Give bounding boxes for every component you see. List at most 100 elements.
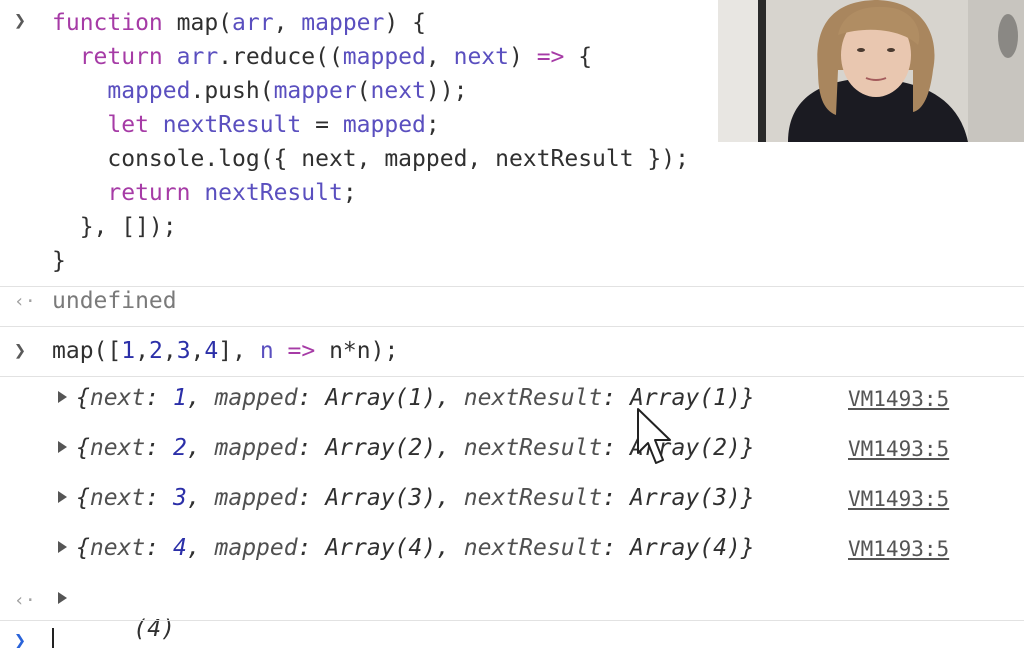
result-array[interactable]: (4) [1, 4, 9, 16] — [78, 584, 313, 648]
log-token: : — [602, 385, 630, 411]
log-token: , — [186, 385, 215, 411]
code-token: arr — [232, 10, 274, 36]
log-token: mapped — [214, 385, 298, 411]
log-token: mapped — [214, 485, 298, 511]
code-token: ( — [356, 78, 371, 104]
code-token: = — [301, 112, 343, 138]
code-token: , — [425, 44, 454, 70]
log-token: , — [436, 535, 464, 561]
log-token: { — [76, 485, 90, 511]
mouse-pointer-icon — [637, 408, 671, 464]
code-token: function — [52, 10, 177, 36]
code-token: , — [273, 10, 302, 36]
code-line: } — [52, 246, 66, 276]
code-token: next — [370, 78, 426, 104]
log-token: : — [145, 435, 173, 461]
log-token: : — [297, 535, 326, 561]
log-entry[interactable]: {next: 3, mapped: Array(3), nextResult: … — [76, 483, 755, 513]
expand-triangle-icon[interactable] — [58, 491, 67, 503]
code-token: map([ — [52, 338, 122, 364]
log-token: , — [436, 485, 464, 511]
code-line: return nextResult; — [52, 178, 357, 208]
log-token: : — [602, 435, 630, 461]
source-link[interactable]: VM1493:5 — [848, 434, 949, 464]
code-token: ) — [508, 44, 537, 70]
log-entry[interactable]: {next: 4, mapped: Array(4), nextResult: … — [76, 533, 755, 563]
code-token: return — [52, 180, 205, 206]
result-undefined: undefined — [52, 288, 177, 314]
log-token: : — [297, 385, 326, 411]
log-token: nextResult — [463, 435, 603, 461]
log-token: mapped — [214, 435, 298, 461]
log-token: Array(2) — [325, 435, 437, 461]
expand-triangle-icon[interactable] — [58, 391, 67, 403]
log-token: } — [740, 385, 755, 411]
code-token: console.log({ next, mapped, nextResult }… — [52, 146, 689, 172]
expand-triangle-icon[interactable] — [58, 541, 67, 553]
code-line: return arr.reduce((mapped, next) => { — [52, 42, 592, 72]
code-token: , — [135, 338, 149, 364]
log-token: { — [76, 435, 90, 461]
code-line: function map(arr, mapper) { — [52, 8, 426, 38]
log-token: , — [186, 485, 215, 511]
code-token: n — [259, 338, 274, 364]
code-line: console.log({ next, mapped, nextResult }… — [52, 144, 689, 174]
log-token: , — [436, 385, 464, 411]
code-token: }, []); — [52, 214, 177, 240]
command-map-call[interactable]: map([1,2,3,4], n => n*n); — [52, 336, 398, 366]
code-token: mapper — [273, 78, 357, 104]
code-token: nextResult — [204, 180, 343, 206]
code-line: let nextResult = mapped; — [52, 110, 439, 140]
return-arrow-icon: ‹· — [14, 291, 36, 312]
divider — [0, 376, 1024, 377]
code-token: => — [287, 338, 316, 364]
code-token: { — [564, 44, 593, 70]
code-token: => — [536, 44, 565, 70]
log-token: nextResult — [463, 485, 603, 511]
code-token: ; — [342, 180, 357, 206]
log-token: next — [89, 485, 146, 511]
code-token: .push( — [190, 78, 274, 104]
code-token: 2 — [148, 338, 163, 364]
log-token: mapped — [214, 535, 298, 561]
log-token: : — [145, 535, 173, 561]
code-token: map — [176, 10, 219, 36]
log-token: : — [602, 535, 630, 561]
log-token: , — [186, 535, 215, 561]
code-token: ( — [218, 10, 233, 36]
webcam-person-image — [718, 0, 1024, 142]
divider — [0, 326, 1024, 327]
code-token: mapped — [342, 112, 426, 138]
code-line: }, []); — [52, 212, 177, 242]
code-token: ], — [218, 338, 260, 364]
log-token: nextResult — [463, 535, 603, 561]
source-link[interactable]: VM1493:5 — [848, 534, 949, 564]
log-token: { — [76, 385, 90, 411]
log-token: nextResult — [463, 385, 603, 411]
prompt-chevron-icon: ❯ — [14, 338, 27, 362]
log-token: Array(4) — [325, 535, 437, 561]
code-token: n*n); — [315, 338, 399, 364]
source-link[interactable]: VM1493:5 — [848, 484, 949, 514]
code-token: nextResult — [162, 112, 302, 138]
expand-triangle-icon[interactable] — [58, 592, 67, 604]
code-line: mapped.push(mapper(next)); — [52, 76, 467, 106]
code-token: ) { — [384, 10, 426, 36]
expand-triangle-icon[interactable] — [58, 441, 67, 453]
source-link[interactable]: VM1493:5 — [848, 384, 949, 414]
console-input-caret[interactable] — [52, 628, 54, 648]
log-token: next — [89, 535, 146, 561]
code-token: .reduce(( — [218, 44, 343, 70]
code-token: arr — [176, 44, 219, 70]
webcam-overlay — [718, 0, 1024, 142]
log-token: { — [76, 535, 90, 561]
prompt-chevron-icon: ❯ — [14, 8, 27, 32]
log-token: } — [740, 435, 755, 461]
code-token: 3 — [176, 338, 191, 364]
code-token: let — [52, 112, 163, 138]
code-token: , — [190, 338, 205, 364]
log-token: } — [740, 535, 755, 561]
log-token: 2 — [172, 435, 187, 461]
